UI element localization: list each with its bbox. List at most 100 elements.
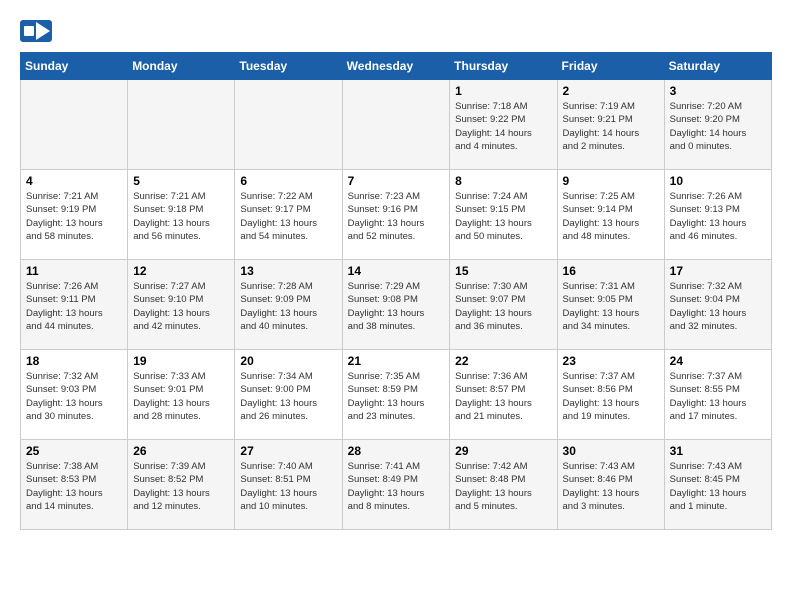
week-row-2: 4 Sunrise: 7:21 AM Sunset: 9:19 PM Daylig… [21, 170, 772, 260]
day-info: Sunrise: 7:26 AM Sunset: 9:11 PM Dayligh… [26, 280, 122, 333]
calendar-cell [128, 80, 235, 170]
calendar-header: SundayMondayTuesdayWednesdayThursdayFrid… [21, 53, 772, 80]
day-info: Sunrise: 7:31 AM Sunset: 9:05 PM Dayligh… [563, 280, 659, 333]
day-number: 19 [133, 354, 229, 368]
day-number: 28 [348, 444, 445, 458]
day-info: Sunrise: 7:20 AM Sunset: 9:20 PM Dayligh… [670, 100, 766, 153]
calendar-cell: 28 Sunrise: 7:41 AM Sunset: 8:49 PM Dayli… [342, 440, 450, 530]
day-info: Sunrise: 7:36 AM Sunset: 8:57 PM Dayligh… [455, 370, 551, 423]
calendar-cell: 6 Sunrise: 7:22 AM Sunset: 9:17 PM Daylig… [235, 170, 342, 260]
day-info: Sunrise: 7:23 AM Sunset: 9:16 PM Dayligh… [348, 190, 445, 243]
calendar-cell: 20Sunrise: 7:34 AM Sunset: 9:00 PM Dayli… [235, 350, 342, 440]
day-info: Sunrise: 7:27 AM Sunset: 9:10 PM Dayligh… [133, 280, 229, 333]
header-day-saturday: Saturday [664, 53, 771, 80]
day-number: 1 [455, 84, 551, 98]
page-header [20, 20, 772, 42]
week-row-3: 11Sunrise: 7:26 AM Sunset: 9:11 PM Dayli… [21, 260, 772, 350]
calendar-cell [235, 80, 342, 170]
day-info: Sunrise: 7:32 AM Sunset: 9:03 PM Dayligh… [26, 370, 122, 423]
day-number: 6 [240, 174, 336, 188]
calendar-cell: 21Sunrise: 7:35 AM Sunset: 8:59 PM Dayli… [342, 350, 450, 440]
day-info: Sunrise: 7:34 AM Sunset: 9:00 PM Dayligh… [240, 370, 336, 423]
day-info: Sunrise: 7:24 AM Sunset: 9:15 PM Dayligh… [455, 190, 551, 243]
day-info: Sunrise: 7:28 AM Sunset: 9:09 PM Dayligh… [240, 280, 336, 333]
calendar-cell: 31Sunrise: 7:43 AM Sunset: 8:45 PM Dayli… [664, 440, 771, 530]
calendar-cell: 18 Sunrise: 7:32 AM Sunset: 9:03 PM Dayli… [21, 350, 128, 440]
calendar-cell: 29Sunrise: 7:42 AM Sunset: 8:48 PM Dayli… [450, 440, 557, 530]
calendar-cell: 12 Sunrise: 7:27 AM Sunset: 9:10 PM Dayli… [128, 260, 235, 350]
calendar-cell: 22 Sunrise: 7:36 AM Sunset: 8:57 PM Dayli… [450, 350, 557, 440]
day-number: 8 [455, 174, 551, 188]
calendar-cell: 16 Sunrise: 7:31 AM Sunset: 9:05 PM Dayli… [557, 260, 664, 350]
calendar-cell: 26 Sunrise: 7:39 AM Sunset: 8:52 PM Dayli… [128, 440, 235, 530]
calendar-cell: 27 Sunrise: 7:40 AM Sunset: 8:51 PM Dayli… [235, 440, 342, 530]
day-number: 25 [26, 444, 122, 458]
day-info: Sunrise: 7:40 AM Sunset: 8:51 PM Dayligh… [240, 460, 336, 513]
day-number: 22 [455, 354, 551, 368]
day-number: 7 [348, 174, 445, 188]
calendar-cell: 8 Sunrise: 7:24 AM Sunset: 9:15 PM Daylig… [450, 170, 557, 260]
day-info: Sunrise: 7:37 AM Sunset: 8:55 PM Dayligh… [670, 370, 766, 423]
calendar-cell: 14 Sunrise: 7:29 AM Sunset: 9:08 PM Dayli… [342, 260, 450, 350]
day-info: Sunrise: 7:26 AM Sunset: 9:13 PM Dayligh… [670, 190, 766, 243]
day-info: Sunrise: 7:30 AM Sunset: 9:07 PM Dayligh… [455, 280, 551, 333]
day-number: 12 [133, 264, 229, 278]
day-info: Sunrise: 7:38 AM Sunset: 8:53 PM Dayligh… [26, 460, 122, 513]
day-info: Sunrise: 7:33 AM Sunset: 9:01 PM Dayligh… [133, 370, 229, 423]
header-row: SundayMondayTuesdayWednesdayThursdayFrid… [21, 53, 772, 80]
day-info: Sunrise: 7:39 AM Sunset: 8:52 PM Dayligh… [133, 460, 229, 513]
day-info: Sunrise: 7:18 AM Sunset: 9:22 PM Dayligh… [455, 100, 551, 153]
day-info: Sunrise: 7:25 AM Sunset: 9:14 PM Dayligh… [563, 190, 659, 243]
day-number: 13 [240, 264, 336, 278]
calendar-cell: 11Sunrise: 7:26 AM Sunset: 9:11 PM Dayli… [21, 260, 128, 350]
day-info: Sunrise: 7:29 AM Sunset: 9:08 PM Dayligh… [348, 280, 445, 333]
day-number: 18 [26, 354, 122, 368]
logo-icon [20, 20, 52, 42]
day-number: 21 [348, 354, 445, 368]
day-info: Sunrise: 7:37 AM Sunset: 8:56 PM Dayligh… [563, 370, 659, 423]
calendar-cell: 1 Sunrise: 7:18 AM Sunset: 9:22 PM Daylig… [450, 80, 557, 170]
header-day-thursday: Thursday [450, 53, 557, 80]
day-number: 9 [563, 174, 659, 188]
day-number: 14 [348, 264, 445, 278]
day-info: Sunrise: 7:21 AM Sunset: 9:18 PM Dayligh… [133, 190, 229, 243]
calendar-cell: 2 Sunrise: 7:19 AM Sunset: 9:21 PM Daylig… [557, 80, 664, 170]
day-number: 23 [563, 354, 659, 368]
calendar-cell: 4 Sunrise: 7:21 AM Sunset: 9:19 PM Daylig… [21, 170, 128, 260]
calendar-body: 1 Sunrise: 7:18 AM Sunset: 9:22 PM Daylig… [21, 80, 772, 530]
day-number: 17 [670, 264, 766, 278]
day-info: Sunrise: 7:43 AM Sunset: 8:45 PM Dayligh… [670, 460, 766, 513]
day-info: Sunrise: 7:42 AM Sunset: 8:48 PM Dayligh… [455, 460, 551, 513]
day-number: 10 [670, 174, 766, 188]
day-info: Sunrise: 7:43 AM Sunset: 8:46 PM Dayligh… [563, 460, 659, 513]
calendar-cell: 17 Sunrise: 7:32 AM Sunset: 9:04 PM Dayli… [664, 260, 771, 350]
day-number: 2 [563, 84, 659, 98]
calendar-cell: 7 Sunrise: 7:23 AM Sunset: 9:16 PM Daylig… [342, 170, 450, 260]
header-day-wednesday: Wednesday [342, 53, 450, 80]
day-info: Sunrise: 7:41 AM Sunset: 8:49 PM Dayligh… [348, 460, 445, 513]
day-number: 26 [133, 444, 229, 458]
day-number: 27 [240, 444, 336, 458]
calendar-cell: 13 Sunrise: 7:28 AM Sunset: 9:09 PM Dayli… [235, 260, 342, 350]
calendar-cell: 9 Sunrise: 7:25 AM Sunset: 9:14 PM Daylig… [557, 170, 664, 260]
day-info: Sunrise: 7:32 AM Sunset: 9:04 PM Dayligh… [670, 280, 766, 333]
calendar-cell: 24 Sunrise: 7:37 AM Sunset: 8:55 PM Dayli… [664, 350, 771, 440]
day-number: 3 [670, 84, 766, 98]
day-info: Sunrise: 7:21 AM Sunset: 9:19 PM Dayligh… [26, 190, 122, 243]
day-info: Sunrise: 7:22 AM Sunset: 9:17 PM Dayligh… [240, 190, 336, 243]
day-info: Sunrise: 7:19 AM Sunset: 9:21 PM Dayligh… [563, 100, 659, 153]
calendar-cell [21, 80, 128, 170]
day-number: 24 [670, 354, 766, 368]
header-day-sunday: Sunday [21, 53, 128, 80]
calendar-table: SundayMondayTuesdayWednesdayThursdayFrid… [20, 52, 772, 530]
calendar-cell: 3 Sunrise: 7:20 AM Sunset: 9:20 PM Daylig… [664, 80, 771, 170]
day-number: 5 [133, 174, 229, 188]
day-number: 4 [26, 174, 122, 188]
header-day-monday: Monday [128, 53, 235, 80]
calendar-cell: 19 Sunrise: 7:33 AM Sunset: 9:01 PM Dayli… [128, 350, 235, 440]
logo [20, 20, 54, 42]
day-number: 16 [563, 264, 659, 278]
calendar-cell: 30Sunrise: 7:43 AM Sunset: 8:46 PM Dayli… [557, 440, 664, 530]
calendar-cell: 10 Sunrise: 7:26 AM Sunset: 9:13 PM Dayli… [664, 170, 771, 260]
header-day-friday: Friday [557, 53, 664, 80]
